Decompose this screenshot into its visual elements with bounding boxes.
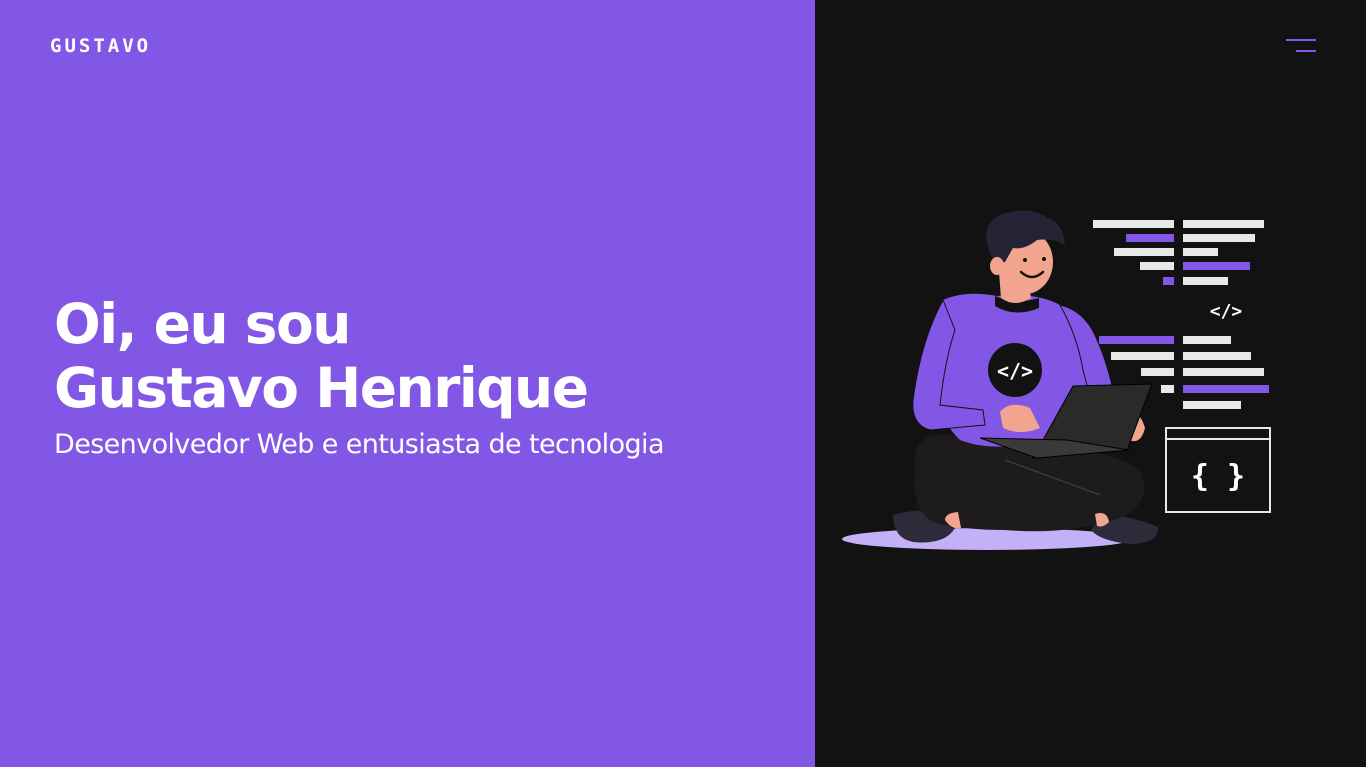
- developer-illustration: </> { } </>: [842, 210, 1271, 550]
- hero-title: Oi, eu sou Gustavo Henrique: [54, 292, 664, 420]
- illustration-section: </> { } </>: [815, 0, 1366, 767]
- braces-icon: { }: [1191, 459, 1245, 494]
- hero-content: Oi, eu sou Gustavo Henrique Desenvolvedo…: [54, 292, 665, 462]
- hero-section: GUSTAVO Oi, eu sou Gustavo Henrique Dese…: [0, 0, 815, 767]
- shirt-code-icon: </>: [997, 359, 1033, 383]
- hero-title-line2: Gustavo Henrique: [54, 356, 589, 420]
- braces-window: { }: [1165, 427, 1271, 513]
- hero-subtitle: Desenvolvedor Web e entusiasta de tecnol…: [54, 429, 665, 460]
- hero-title-line1: Oi, eu sou: [54, 292, 351, 356]
- code-lines-top: [1093, 220, 1264, 285]
- page: GUSTAVO Oi, eu sou Gustavo Henrique Dese…: [0, 0, 1366, 767]
- floor-shadow: [842, 528, 1132, 550]
- person: </>: [893, 210, 1159, 544]
- logo[interactable]: GUSTAVO: [50, 36, 151, 56]
- code-tag-icon: </>: [1210, 301, 1243, 322]
